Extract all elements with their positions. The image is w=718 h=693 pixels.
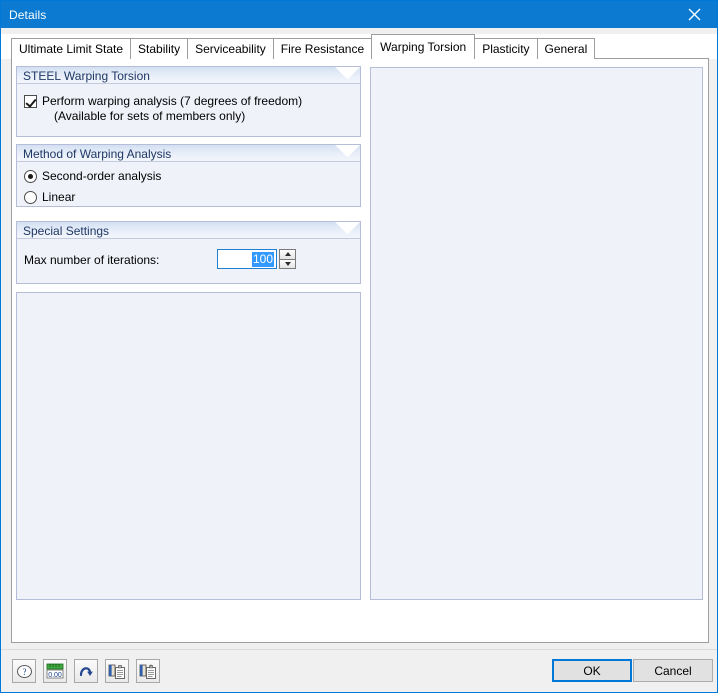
svg-text:0.00: 0.00 bbox=[48, 672, 62, 679]
right-preview-panel bbox=[370, 67, 703, 600]
group-header: Method of Warping Analysis bbox=[16, 144, 361, 162]
footer-toolbar: ? 0.00 bbox=[12, 659, 160, 683]
max-number-of-iterations-label: Max number of iterations: bbox=[24, 253, 160, 267]
tab-stability[interactable]: Stability bbox=[130, 38, 189, 59]
left-empty-panel bbox=[16, 292, 361, 600]
chevron-up-icon bbox=[284, 252, 291, 257]
max-number-of-iterations-stepper[interactable]: 100 bbox=[217, 249, 296, 269]
tab-fire-resistance[interactable]: Fire Resistance bbox=[272, 38, 373, 59]
corner-fold-decoration bbox=[333, 67, 360, 80]
perform-warping-analysis-sublabel: (Available for sets of members only) bbox=[54, 109, 246, 123]
help-icon[interactable]: ? bbox=[12, 659, 36, 683]
radio-linear-button[interactable] bbox=[24, 190, 37, 204]
cancel-button[interactable]: Cancel bbox=[633, 659, 713, 682]
group-steel-warping-torsion: STEEL Warping Torsion Perform warping an… bbox=[16, 66, 361, 137]
group-title: STEEL Warping Torsion bbox=[23, 69, 150, 83]
window-title: Details bbox=[9, 7, 47, 22]
perform-warping-analysis-label: Perform warping analysis (7 degrees of f… bbox=[42, 94, 303, 108]
radio-second-order-analysis[interactable]: Second-order analysis bbox=[24, 169, 161, 183]
stepper-decrement-button[interactable] bbox=[279, 259, 296, 269]
svg-text:?: ? bbox=[22, 667, 26, 677]
radio-linear-label: Linear bbox=[42, 190, 76, 204]
undo-icon[interactable] bbox=[74, 659, 98, 683]
chevron-down-icon bbox=[284, 261, 291, 266]
group-special-settings: Special Settings Max number of iteration… bbox=[16, 221, 361, 284]
corner-fold-decoration bbox=[333, 222, 360, 235]
group-header: STEEL Warping Torsion bbox=[16, 66, 361, 84]
max-number-of-iterations-input[interactable]: 100 bbox=[217, 249, 277, 269]
title-bar: Details bbox=[1, 1, 717, 28]
close-icon[interactable] bbox=[672, 1, 717, 28]
stepper-increment-button[interactable] bbox=[279, 249, 296, 260]
radio-second-order-analysis-button[interactable] bbox=[24, 169, 37, 183]
perform-warping-analysis-checkbox[interactable] bbox=[24, 95, 37, 108]
radio-second-order-analysis-label: Second-order analysis bbox=[42, 169, 162, 183]
tab-strip: Ultimate Limit State Stability Serviceab… bbox=[1, 34, 717, 60]
copy-icon[interactable] bbox=[105, 659, 129, 683]
ok-button[interactable]: OK bbox=[552, 659, 632, 682]
corner-fold-decoration bbox=[333, 145, 360, 158]
perform-warping-analysis-checkbox-row[interactable]: Perform warping analysis (7 degrees of f… bbox=[24, 94, 302, 124]
tab-general[interactable]: General bbox=[536, 38, 596, 59]
paste-icon[interactable] bbox=[136, 659, 160, 683]
group-header: Special Settings bbox=[16, 221, 361, 239]
group-title: Method of Warping Analysis bbox=[23, 147, 172, 161]
tab-plasticity[interactable]: Plasticity bbox=[474, 38, 538, 59]
details-dialog: Details Ultimate Limit State Stability S… bbox=[0, 0, 718, 693]
max-number-of-iterations-value: 100 bbox=[251, 251, 274, 267]
dialog-footer: ? 0.00 OK Cancel bbox=[1, 649, 717, 692]
tab-warping-torsion[interactable]: Warping Torsion bbox=[371, 34, 476, 60]
group-method-of-warping-analysis: Method of Warping Analysis Second-order … bbox=[16, 144, 361, 207]
radio-linear[interactable]: Linear bbox=[24, 190, 75, 204]
group-title: Special Settings bbox=[23, 224, 110, 238]
units-icon[interactable]: 0.00 bbox=[43, 659, 67, 683]
tab-ultimate-limit-state[interactable]: Ultimate Limit State bbox=[11, 38, 132, 59]
tab-serviceability[interactable]: Serviceability bbox=[187, 38, 274, 59]
tab-page-warping-torsion: STEEL Warping Torsion Perform warping an… bbox=[11, 59, 709, 643]
